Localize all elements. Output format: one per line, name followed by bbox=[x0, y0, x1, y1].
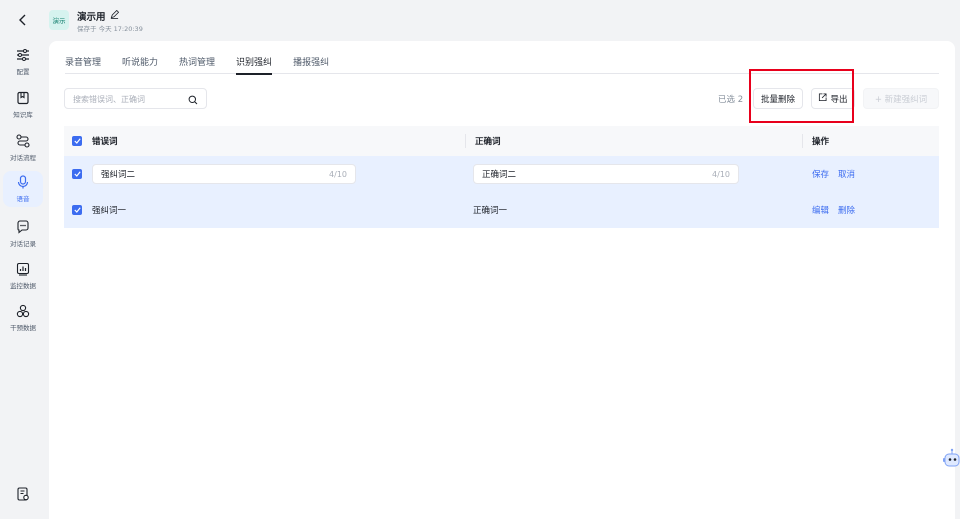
wrong-word-text: 强纠词一 bbox=[92, 206, 127, 216]
tab-recording[interactable]: 录音管理 bbox=[65, 55, 101, 74]
edit-link[interactable]: 编辑 bbox=[812, 204, 829, 216]
book-icon bbox=[15, 90, 31, 106]
export-icon bbox=[818, 92, 827, 105]
save-link[interactable]: 保存 bbox=[812, 168, 829, 180]
sidebar-item-flow[interactable]: 对话流程 bbox=[3, 130, 43, 166]
search-icon[interactable] bbox=[188, 94, 198, 105]
tab-broadcast-correction[interactable]: 播报强纠 bbox=[293, 55, 329, 74]
tab-recognition-correction[interactable]: 识别强纠 bbox=[236, 55, 273, 75]
correction-table: 错误词 正确词 操作 强纠词二 4/10 正确词二 4/10 保存 取消 强纠词… bbox=[64, 126, 939, 228]
app-title-text: 演示用 bbox=[77, 12, 106, 23]
table-row: 强纠词一 正确词一 编辑 删除 bbox=[64, 192, 939, 228]
search-box bbox=[64, 88, 207, 109]
sidebar-item-label: 知识库 bbox=[13, 111, 33, 119]
sidebar-item-config[interactable]: 配置 bbox=[3, 44, 43, 80]
column-divider bbox=[465, 134, 466, 148]
table-header: 错误词 正确词 操作 bbox=[64, 126, 939, 156]
tab-hotwords[interactable]: 热词管理 bbox=[179, 55, 215, 74]
chat-icon bbox=[15, 219, 31, 235]
document-settings-icon[interactable] bbox=[16, 487, 30, 501]
sidebar-item-label: 语音 bbox=[16, 195, 30, 203]
sidebar-item-label: 干预数据 bbox=[10, 324, 36, 332]
header-correct-word: 正确词 bbox=[475, 137, 501, 147]
sidebar-item-label: 配置 bbox=[16, 68, 30, 76]
table-row: 强纠词二 4/10 正确词二 4/10 保存 取消 bbox=[64, 156, 939, 192]
correct-word-text: 正确词一 bbox=[473, 206, 508, 216]
delete-link[interactable]: 删除 bbox=[838, 204, 855, 216]
sidebar-item-label: 对话记录 bbox=[10, 240, 36, 248]
assistant-robot-icon[interactable] bbox=[942, 448, 960, 472]
sidebar-item-voice[interactable]: 语音 bbox=[3, 171, 43, 207]
batch-delete-button[interactable]: 批量删除 bbox=[753, 88, 803, 109]
export-label: 导出 bbox=[830, 94, 848, 105]
sidebar-item-records[interactable]: 对话记录 bbox=[3, 216, 43, 252]
edit-pencil-icon[interactable] bbox=[110, 9, 119, 22]
correct-word-value: 正确词二 bbox=[482, 170, 517, 180]
app-title: 演示用 bbox=[77, 9, 119, 23]
search-input[interactable] bbox=[73, 93, 183, 105]
tab-bar: 录音管理 听说能力 热词管理 识别强纠 播报强纠 bbox=[65, 55, 939, 75]
app-badge: 演示 bbox=[49, 10, 69, 30]
cancel-link[interactable]: 取消 bbox=[838, 168, 855, 180]
sidebar-item-intervene[interactable]: 干预数据 bbox=[3, 300, 43, 336]
new-correction-button[interactable]: + 新建强纠词 bbox=[863, 88, 939, 109]
saved-timestamp: 保存于 今天 17:20:39 bbox=[77, 25, 143, 33]
select-all-checkbox[interactable] bbox=[72, 136, 82, 146]
row-checkbox[interactable] bbox=[72, 169, 82, 179]
char-counter: 4/10 bbox=[329, 169, 347, 179]
sidebar-item-knowledge[interactable]: 知识库 bbox=[3, 87, 43, 123]
main-panel: 录音管理 听说能力 热词管理 识别强纠 播报强纠 已选 2 批量删除 导出 + … bbox=[49, 41, 955, 519]
chart-icon bbox=[15, 261, 31, 277]
sidebar-item-label: 监控数据 bbox=[10, 282, 36, 290]
header-wrong-word: 错误词 bbox=[92, 137, 118, 147]
selected-count: 已选 2 bbox=[718, 95, 744, 105]
tab-listen-speak[interactable]: 听说能力 bbox=[122, 55, 158, 74]
export-button[interactable]: 导出 bbox=[811, 88, 855, 109]
flow-icon bbox=[15, 133, 31, 149]
column-divider bbox=[802, 134, 803, 148]
sliders-icon bbox=[15, 47, 31, 63]
char-counter: 4/10 bbox=[712, 169, 730, 179]
wrong-word-input[interactable]: 强纠词二 4/10 bbox=[92, 164, 356, 184]
row-checkbox[interactable] bbox=[72, 205, 82, 215]
intervene-icon bbox=[15, 303, 31, 319]
sidebar-item-monitor[interactable]: 监控数据 bbox=[3, 258, 43, 294]
correct-word-input[interactable]: 正确词二 4/10 bbox=[473, 164, 739, 184]
header-operations: 操作 bbox=[812, 137, 830, 147]
back-icon[interactable] bbox=[14, 11, 32, 29]
sidebar-item-label: 对话流程 bbox=[10, 154, 36, 162]
microphone-icon bbox=[15, 174, 31, 190]
sidebar: 配置 知识库 对话流程 语音 对话记录 监控数据 干预数据 bbox=[0, 0, 46, 519]
wrong-word-value: 强纠词二 bbox=[101, 170, 136, 180]
